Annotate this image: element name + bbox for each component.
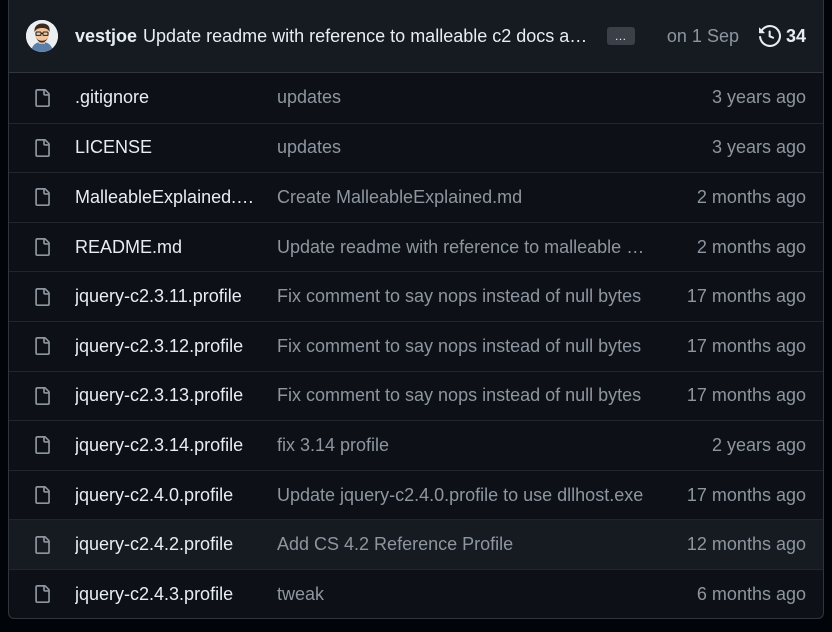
file-row[interactable]: LICENSE updates 3 years ago xyxy=(9,122,823,173)
file-rows: .gitignore updates 3 years ago LICENSE u… xyxy=(9,73,823,618)
file-name-link[interactable]: jquery-c2.3.13.profile xyxy=(75,385,243,406)
file-name-link[interactable]: jquery-c2.3.14.profile xyxy=(75,435,243,456)
expand-commit-message-button[interactable]: … xyxy=(607,27,636,45)
file-commit-message-link[interactable]: Add CS 4.2 Reference Profile xyxy=(277,534,513,555)
file-icon xyxy=(35,238,50,257)
file-commit-age: 2 months ago xyxy=(696,236,806,257)
file-row[interactable]: jquery-c2.4.2.profile Add CS 4.2 Referen… xyxy=(9,519,823,569)
file-commit-age: 17 months ago xyxy=(686,484,806,505)
avatar-image xyxy=(26,20,58,52)
file-row[interactable]: MalleableExplained.md Create MalleableEx… xyxy=(9,172,823,222)
file-row[interactable]: jquery-c2.4.3.profile tweak 6 months ago xyxy=(9,568,823,618)
file-icon xyxy=(35,88,50,107)
commit-message[interactable]: Update readme with reference to malleabl… xyxy=(143,26,593,47)
file-row[interactable]: jquery-c2.3.11.profile Fix comment to sa… xyxy=(9,271,823,321)
file-commit-message-link[interactable]: fix 3.14 profile xyxy=(277,435,389,456)
file-commit-message-link[interactable]: Update jquery-c2.4.0.profile to use dllh… xyxy=(277,485,643,506)
file-list-box: vestjoe Update readme with reference to … xyxy=(8,0,824,619)
file-commit-age: 17 months ago xyxy=(686,286,806,307)
file-row[interactable]: .gitignore updates 3 years ago xyxy=(9,73,823,123)
file-row[interactable]: README.md Update readme with reference t… xyxy=(9,221,823,272)
file-name-link[interactable]: LICENSE xyxy=(75,137,152,158)
file-commit-age: 17 months ago xyxy=(686,335,806,356)
file-icon xyxy=(35,138,50,157)
file-name-link[interactable]: jquery-c2.4.0.profile xyxy=(75,485,233,506)
file-name-link[interactable]: README.md xyxy=(75,237,182,258)
file-name-link[interactable]: jquery-c2.4.3.profile xyxy=(75,584,233,605)
file-row[interactable]: jquery-c2.3.13.profile Fix comment to sa… xyxy=(9,370,823,421)
file-commit-message-link[interactable]: updates xyxy=(277,87,341,108)
file-icon xyxy=(35,386,50,405)
file-commit-message-link[interactable]: Fix comment to say nops instead of null … xyxy=(277,336,641,357)
file-commit-message-link[interactable]: Create MalleableExplained.md xyxy=(277,187,522,208)
file-name-link[interactable]: jquery-c2.3.12.profile xyxy=(75,336,243,357)
file-name-link[interactable]: .gitignore xyxy=(75,87,149,108)
file-commit-message-link[interactable]: Update readme with reference to malleabl… xyxy=(277,237,649,258)
file-icon xyxy=(35,337,50,356)
history-link[interactable]: 34 xyxy=(758,25,806,47)
file-row[interactable]: jquery-c2.3.12.profile Fix comment to sa… xyxy=(9,320,823,371)
history-icon xyxy=(758,25,781,47)
file-commit-age: 12 months ago xyxy=(686,534,806,555)
file-commit-age: 17 months ago xyxy=(686,385,806,406)
file-commit-message-link[interactable]: Fix comment to say nops instead of null … xyxy=(277,385,641,406)
file-icon xyxy=(35,535,50,554)
file-icon xyxy=(35,287,50,306)
latest-commit-header: vestjoe Update readme with reference to … xyxy=(9,0,823,73)
commit-author[interactable]: vestjoe xyxy=(75,26,137,47)
file-name-link[interactable]: MalleableExplained.md xyxy=(75,187,261,208)
file-commit-age: 3 years ago xyxy=(711,137,806,158)
avatar[interactable] xyxy=(26,20,58,52)
file-name-link[interactable]: jquery-c2.3.11.profile xyxy=(75,286,242,307)
file-commit-message-link[interactable]: tweak xyxy=(277,584,324,605)
file-commit-message-link[interactable]: updates xyxy=(277,137,341,158)
file-icon xyxy=(35,486,50,505)
file-icon xyxy=(35,436,50,455)
file-commit-age: 6 months ago xyxy=(696,583,806,604)
file-row[interactable]: jquery-c2.4.0.profile Update jquery-c2.4… xyxy=(9,469,823,520)
file-commit-message-link[interactable]: Fix comment to say nops instead of null … xyxy=(277,286,641,307)
file-commit-age: 2 years ago xyxy=(711,434,806,455)
file-row[interactable]: jquery-c2.3.14.profile fix 3.14 profile … xyxy=(9,420,823,470)
file-icon xyxy=(35,188,50,207)
file-name-link[interactable]: jquery-c2.4.2.profile xyxy=(75,534,233,555)
file-commit-age: 2 months ago xyxy=(696,186,806,207)
history-count: 34 xyxy=(785,25,806,46)
commit-date[interactable]: on 1 Sep xyxy=(667,26,739,47)
file-commit-age: 3 years ago xyxy=(711,87,806,108)
file-icon xyxy=(35,585,50,604)
